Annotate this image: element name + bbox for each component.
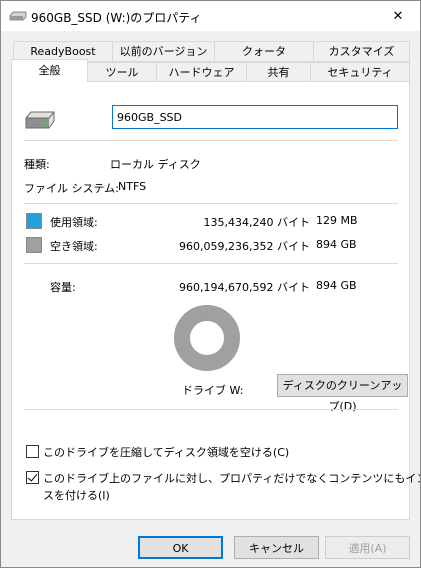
- general-panel: 種類: ローカル ディスク ファイル システム: NTFS 使用領域: 135,…: [11, 81, 420, 520]
- properties-window: 960GB_SSD (W:)のプロパティ ✕ ReadyBoost 以前のバージ…: [0, 0, 421, 568]
- drive-letter-label: ドライブ W:: [182, 384, 244, 397]
- free-space-size: 894 GB: [316, 238, 357, 251]
- title-bar: 960GB_SSD (W:)のプロパティ ✕: [1, 1, 420, 31]
- capacity-bytes: 960,194,670,592 バイト: [179, 281, 310, 294]
- free-space-swatch: [26, 237, 42, 253]
- tab-customize[interactable]: カスタマイズ: [313, 41, 410, 62]
- separator: [24, 140, 398, 141]
- type-value: ローカル ディスク: [110, 158, 201, 171]
- tab-tools[interactable]: ツール: [87, 62, 157, 83]
- separator: [24, 409, 398, 410]
- tab-sharing[interactable]: 共有: [246, 62, 311, 83]
- drive-icon: [9, 11, 27, 21]
- window-title: 960GB_SSD (W:)のプロパティ: [31, 11, 202, 25]
- apply-button: 適用(A): [325, 536, 410, 559]
- filesystem-value: NTFS: [118, 180, 147, 193]
- tab-previous-versions[interactable]: 以前のバージョン: [112, 41, 215, 62]
- index-label-line-2[interactable]: スを付ける(I): [43, 487, 110, 503]
- tab-general[interactable]: 全般: [11, 59, 88, 82]
- used-space-swatch: [26, 213, 42, 229]
- index-label-line-1[interactable]: このドライブ上のファイルに対し、プロパティだけでなくコンテンツにもインデック: [43, 470, 420, 486]
- cancel-button[interactable]: キャンセル: [234, 536, 319, 559]
- disk-cleanup-button[interactable]: ディスクのクリーンアップ(D): [277, 374, 408, 413]
- separator: [24, 203, 398, 204]
- drive-icon: [25, 111, 55, 129]
- used-space-label: 使用領域:: [50, 216, 98, 229]
- separator: [24, 263, 398, 264]
- volume-name-input[interactable]: [112, 105, 398, 129]
- tab-security[interactable]: セキュリティ: [310, 62, 410, 83]
- disk-usage-donut: [174, 305, 240, 371]
- filesystem-label: ファイル システム:: [24, 182, 119, 195]
- used-space-bytes: 135,434,240 バイト: [203, 216, 310, 229]
- type-label: 種類:: [24, 158, 50, 171]
- tab-hardware[interactable]: ハードウェア: [156, 62, 247, 83]
- compress-label[interactable]: このドライブを圧縮してディスク領域を空ける(C): [43, 444, 289, 460]
- used-space-size: 129 MB: [316, 214, 358, 227]
- tab-quota[interactable]: クォータ: [214, 41, 314, 62]
- free-space-label: 空き領域:: [50, 240, 98, 253]
- ok-button[interactable]: OK: [138, 536, 223, 559]
- free-space-bytes: 960,059,236,352 バイト: [179, 240, 310, 253]
- close-icon: ✕: [392, 8, 404, 24]
- close-button[interactable]: ✕: [376, 1, 420, 31]
- index-checkbox[interactable]: [26, 471, 39, 484]
- compress-checkbox[interactable]: [26, 445, 39, 458]
- capacity-size: 894 GB: [316, 279, 357, 292]
- capacity-label: 容量:: [50, 281, 76, 294]
